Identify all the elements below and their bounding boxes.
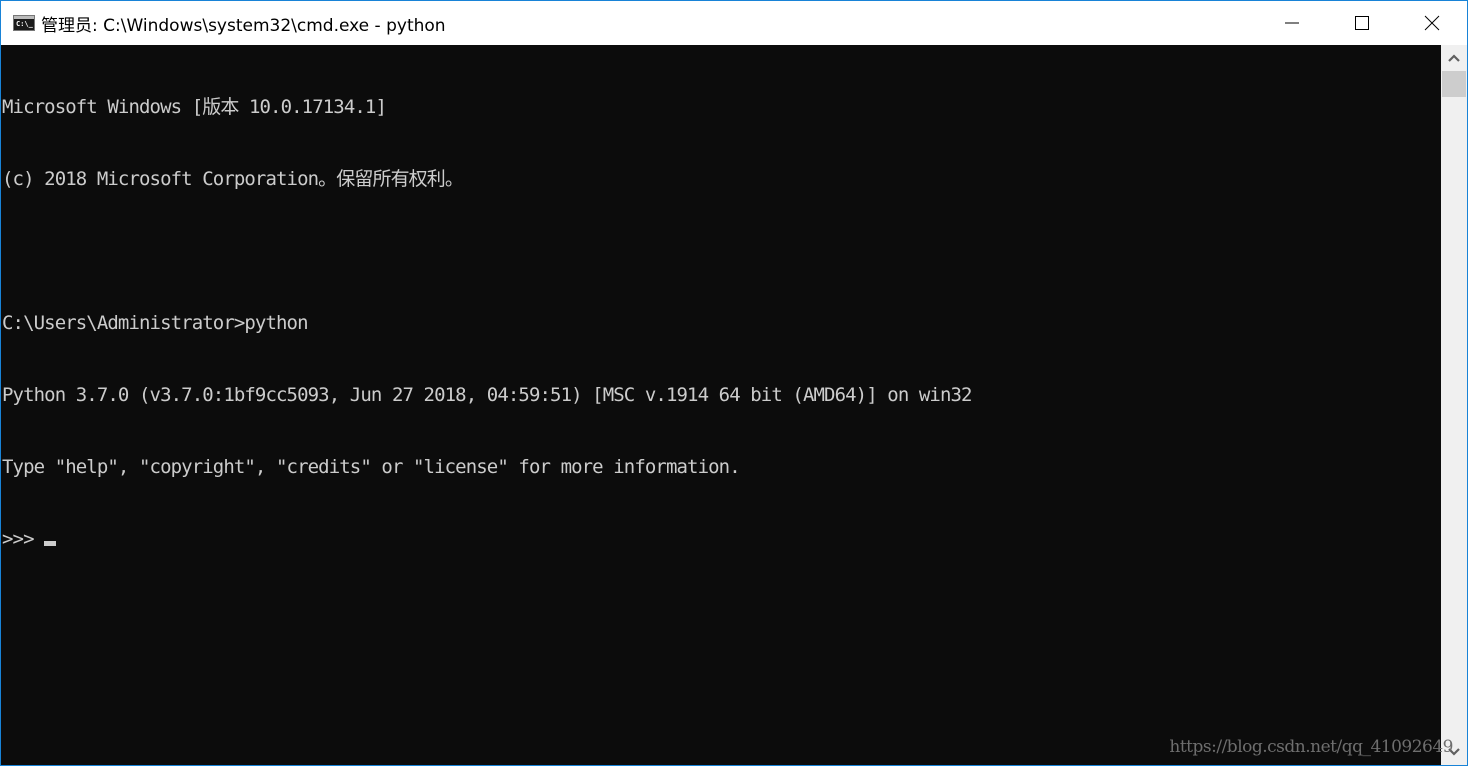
close-icon bbox=[1424, 15, 1440, 31]
console-line: Python 3.7.0 (v3.7.0:1bf9cc5093, Jun 27 … bbox=[2, 384, 972, 406]
console-line: Type "help", "copyright", "credits" or "… bbox=[2, 456, 741, 478]
watermark-text: https://blog.csdn.net/qq_41092649 bbox=[1169, 737, 1453, 757]
vertical-scrollbar[interactable] bbox=[1441, 45, 1467, 765]
prompt-line[interactable]: >>> bbox=[2, 527, 1441, 551]
console-output[interactable]: Microsoft Windows [版本 10.0.17134.1] (c) … bbox=[1, 45, 1441, 765]
close-button[interactable] bbox=[1397, 1, 1467, 45]
scroll-thumb[interactable] bbox=[1442, 71, 1466, 97]
python-prompt: >>> bbox=[2, 528, 35, 550]
chevron-up-icon bbox=[1448, 54, 1460, 62]
minimize-button[interactable] bbox=[1257, 1, 1327, 45]
scroll-up-button[interactable] bbox=[1441, 45, 1467, 71]
maximize-button[interactable] bbox=[1327, 1, 1397, 45]
cmd-app-icon[interactable]: C:\_ bbox=[13, 15, 35, 31]
minimize-icon bbox=[1285, 22, 1299, 24]
window-controls bbox=[1257, 1, 1467, 45]
cmd-window: C:\_ 管理员: C:\Windows\system32\cmd.exe - … bbox=[0, 0, 1468, 766]
window-title: 管理员: C:\Windows\system32\cmd.exe - pytho… bbox=[41, 15, 446, 36]
console-line: C:\Users\Administrator>python bbox=[2, 312, 309, 334]
title-bar[interactable]: C:\_ 管理员: C:\Windows\system32\cmd.exe - … bbox=[1, 1, 1467, 45]
maximize-icon bbox=[1355, 16, 1369, 30]
console-line: (c) 2018 Microsoft Corporation。保留所有权利。 bbox=[2, 168, 464, 190]
console-line: Microsoft Windows [版本 10.0.17134.1] bbox=[2, 96, 387, 118]
text-cursor bbox=[43, 541, 56, 546]
